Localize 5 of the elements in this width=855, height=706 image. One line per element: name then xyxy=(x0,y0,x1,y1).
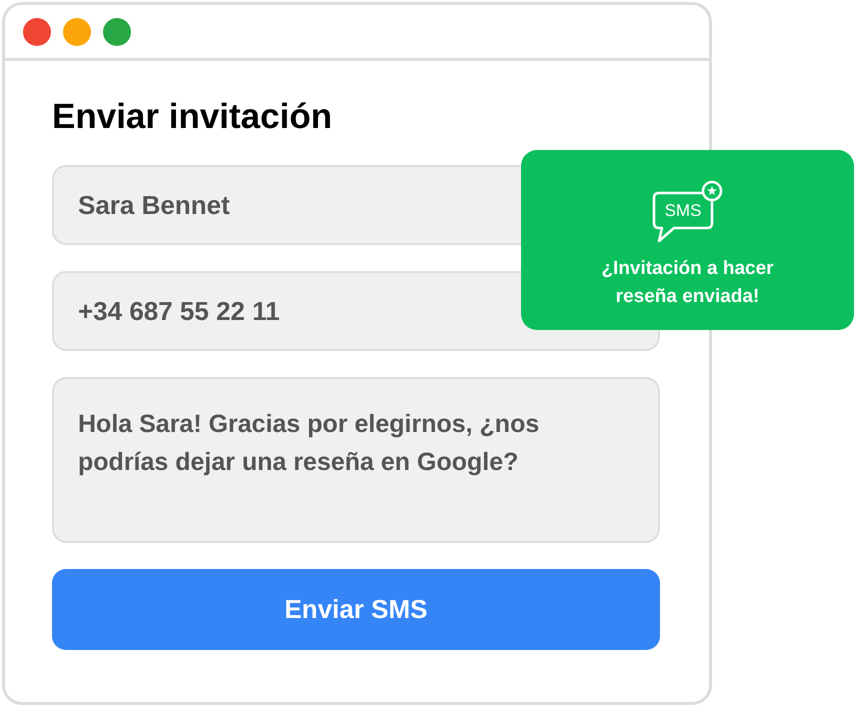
sms-label: SMS xyxy=(664,200,702,222)
send-sms-button[interactable]: Enviar SMS xyxy=(52,569,660,650)
message-field[interactable]: Hola Sara! Gracias por elegirnos, ¿nos podrías dejar una reseña en Google? xyxy=(52,377,660,543)
speech-bubble-icon xyxy=(652,180,723,243)
form-title: Enviar invitación xyxy=(52,97,332,137)
